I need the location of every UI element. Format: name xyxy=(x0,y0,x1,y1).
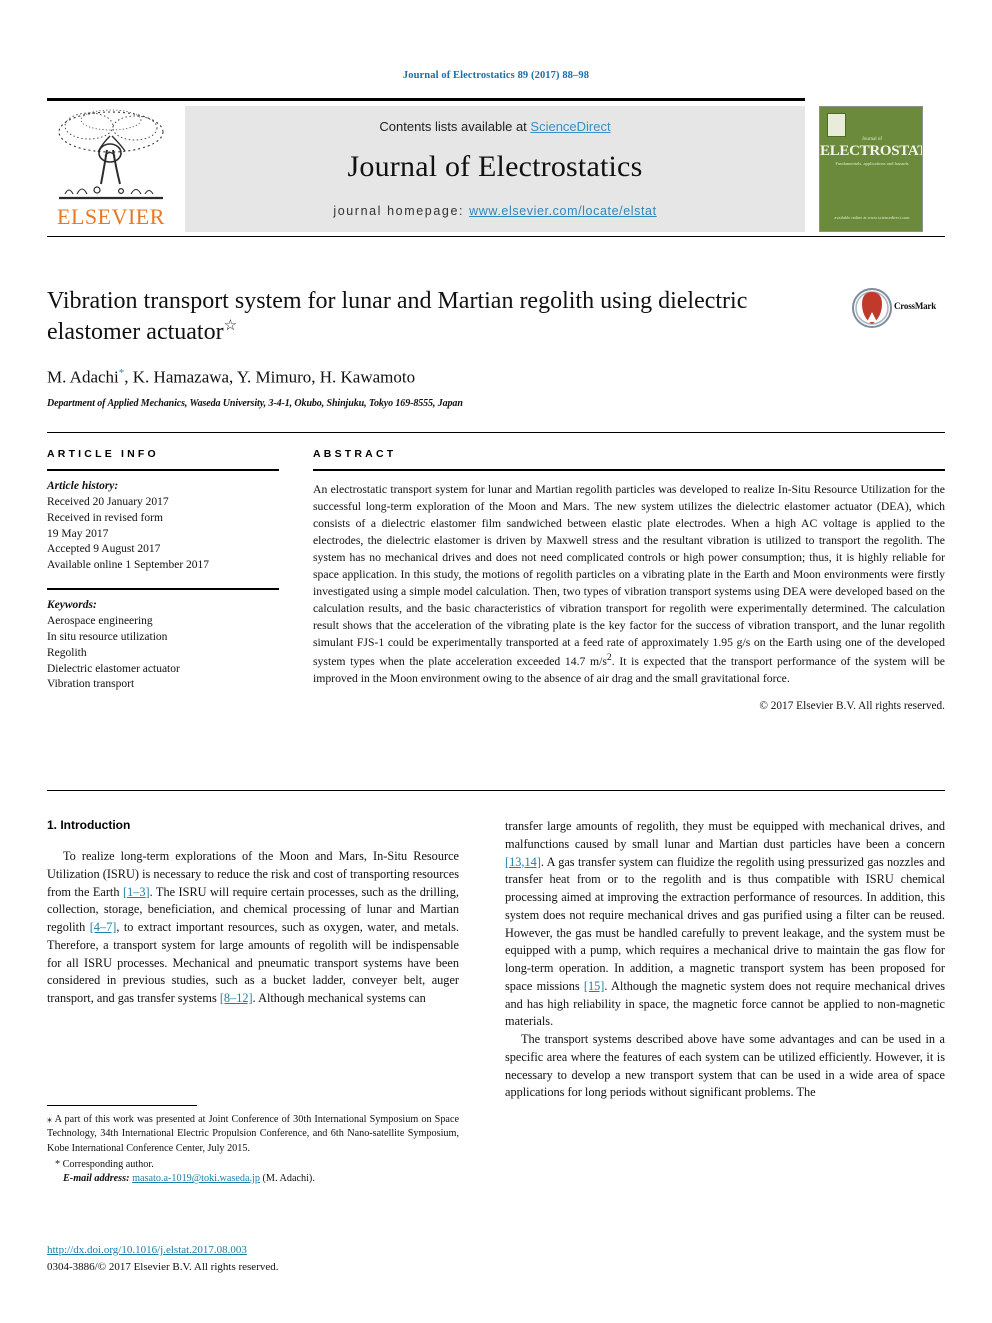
keyword-item: In situ resource utilization xyxy=(47,630,168,643)
footnote-corresponding-author: * Corresponding author. xyxy=(55,1158,154,1170)
history-item: Accepted 9 August 2017 xyxy=(47,543,161,556)
cover-subtitle: Fundamentals, applications and hazards xyxy=(835,161,909,166)
crossmark-label: CrossMark xyxy=(894,301,937,311)
issn-copyright-line: 0304-3886/© 2017 Elsevier B.V. All right… xyxy=(47,1261,279,1274)
contents-banner: Contents lists available at ScienceDirec… xyxy=(185,106,805,232)
paper-page: Journal of Electrostatics 89 (2017) 88–9… xyxy=(0,0,992,1323)
abstract-body: An electrostatic transport system for lu… xyxy=(313,481,945,687)
keyword-item: Regolith xyxy=(47,646,87,659)
abstract-rule xyxy=(313,469,945,471)
journal-masthead: ELSEVIER Contents lists available at Sci… xyxy=(47,98,945,232)
running-head: Journal of Electrostatics 89 (2017) 88–9… xyxy=(402,70,590,81)
elsevier-wordmark: ELSEVIER xyxy=(57,204,165,229)
paper-title-text: Vibration transport system for lunar and… xyxy=(47,288,748,345)
keywords-heading: Keywords: xyxy=(47,599,97,612)
journal-homepage-link[interactable]: www.elsevier.com/locate/elstat xyxy=(469,204,657,218)
article-history-group: Article history: Received 20 January 201… xyxy=(47,479,279,574)
title-footnote-marker: ☆ xyxy=(223,317,238,334)
citation-link[interactable]: [15] xyxy=(584,979,605,993)
author-list: M. Adachi*, K. Hamazawa, Y. Mimuro, H. K… xyxy=(47,367,807,388)
contents-available-line: Contents lists available at ScienceDirec… xyxy=(185,119,805,134)
intro-right-b: . A gas transfer system can fluidize the… xyxy=(505,854,945,993)
masthead-bottom-rule xyxy=(47,236,945,237)
keywords-group: Keywords: Aerospace engineering In situ … xyxy=(47,598,279,693)
intro-paragraph-left: To realize long-term explorations of the… xyxy=(47,848,459,1008)
abstract-bottom-rule xyxy=(47,790,945,791)
doi-block: http://dx.doi.org/10.1016/j.elstat.2017.… xyxy=(47,1242,459,1276)
article-info-column: ARTICLE INFO Article history: Received 2… xyxy=(47,448,279,693)
article-info-heading: ARTICLE INFO xyxy=(47,448,159,460)
masthead-top-rule xyxy=(47,98,805,101)
history-item: Available online 1 September 2017 xyxy=(47,559,210,572)
abstract-heading: ABSTRACT xyxy=(313,448,397,460)
page-title: Vibration transport system for lunar and… xyxy=(47,286,807,347)
intro-left-d: . Although mechanical systems can xyxy=(252,991,426,1006)
citation-link[interactable]: [1–3] xyxy=(123,885,150,899)
journal-title: Journal of Electrostatics xyxy=(347,150,643,183)
footnote-star-note: ⁎ A part of this work was presented at J… xyxy=(47,1114,459,1154)
author-first: M. Adachi xyxy=(47,368,119,388)
body-column-left: 1. Introduction To realize long-term exp… xyxy=(47,818,459,1008)
author-rest: , K. Hamazawa, Y. Mimuro, H. Kawamoto xyxy=(124,368,416,388)
doi-line: http://dx.doi.org/10.1016/j.elstat.2017.… xyxy=(47,1242,459,1259)
sciencedirect-link[interactable]: ScienceDirect xyxy=(530,119,610,134)
history-item: 19 May 2017 xyxy=(47,527,109,540)
abstract-copyright: © 2017 Elsevier B.V. All rights reserved… xyxy=(759,700,945,713)
journal-homepage-line: journal homepage: www.elsevier.com/locat… xyxy=(185,204,805,218)
title-block: Vibration transport system for lunar and… xyxy=(47,286,807,409)
affiliation: Department of Applied Mechanics, Waseda … xyxy=(47,398,463,410)
history-item: Received 20 January 2017 xyxy=(47,495,169,508)
journal-cover-thumbnail: Journal of ELECTROSTATICS Fundamentals, … xyxy=(819,106,923,232)
contents-prefix: Contents lists available at xyxy=(379,119,531,134)
intro-right-a: transfer large amounts of regolith, they… xyxy=(505,819,945,851)
info-top-rule xyxy=(47,432,945,433)
cover-superline: Journal of xyxy=(861,137,883,142)
article-info-rule xyxy=(47,469,279,471)
intro-paragraph-right: transfer large amounts of regolith, they… xyxy=(505,818,945,1031)
crossmark-icon xyxy=(852,288,892,328)
footnote-block: ⁎ A part of this work was presented at J… xyxy=(47,1113,459,1186)
citation-link[interactable]: [4–7] xyxy=(90,920,117,934)
email-label: E-mail address: xyxy=(63,1173,133,1185)
crossmark-badge[interactable]: CrossMark xyxy=(852,288,942,330)
elsevier-tree-icon xyxy=(58,109,164,200)
intro-paragraph-right-2: The transport systems described above ha… xyxy=(505,1032,945,1100)
keywords-rule xyxy=(47,588,279,591)
footnote-email-line: E-mail address: masato.a-1019@toki.wased… xyxy=(47,1172,459,1186)
cover-elsevier-badge-icon xyxy=(827,113,846,137)
body-column-right: transfer large amounts of regolith, they… xyxy=(505,818,945,1102)
email-link[interactable]: masato.a-1019@toki.waseda.jp xyxy=(132,1173,260,1184)
email-suffix: (M. Adachi). xyxy=(259,1173,315,1185)
keyword-item: Aerospace engineering xyxy=(47,615,153,628)
footnote-separator xyxy=(47,1105,197,1106)
citation-link[interactable]: [13,14] xyxy=(505,855,541,869)
history-item: Received in revised form xyxy=(47,511,163,524)
elsevier-logo: ELSEVIER xyxy=(47,106,175,232)
keyword-item: Vibration transport xyxy=(47,678,135,691)
citation-link[interactable]: [8–12] xyxy=(220,991,253,1005)
doi-link[interactable]: http://dx.doi.org/10.1016/j.elstat.2017.… xyxy=(47,1244,247,1256)
abstract-column: ABSTRACT An electrostatic transport syst… xyxy=(313,448,945,712)
homepage-label: journal homepage: xyxy=(333,204,470,218)
cover-title: ELECTROSTATICS xyxy=(820,143,922,159)
cover-footer: available online at www.sciencedirect.co… xyxy=(834,215,910,221)
article-history-heading: Article history: xyxy=(47,480,119,492)
abstract-text-main: An electrostatic transport system for lu… xyxy=(313,483,945,669)
section-heading-introduction: 1. Introduction xyxy=(47,818,131,832)
keyword-item: Dielectric elastomer actuator xyxy=(47,662,180,675)
